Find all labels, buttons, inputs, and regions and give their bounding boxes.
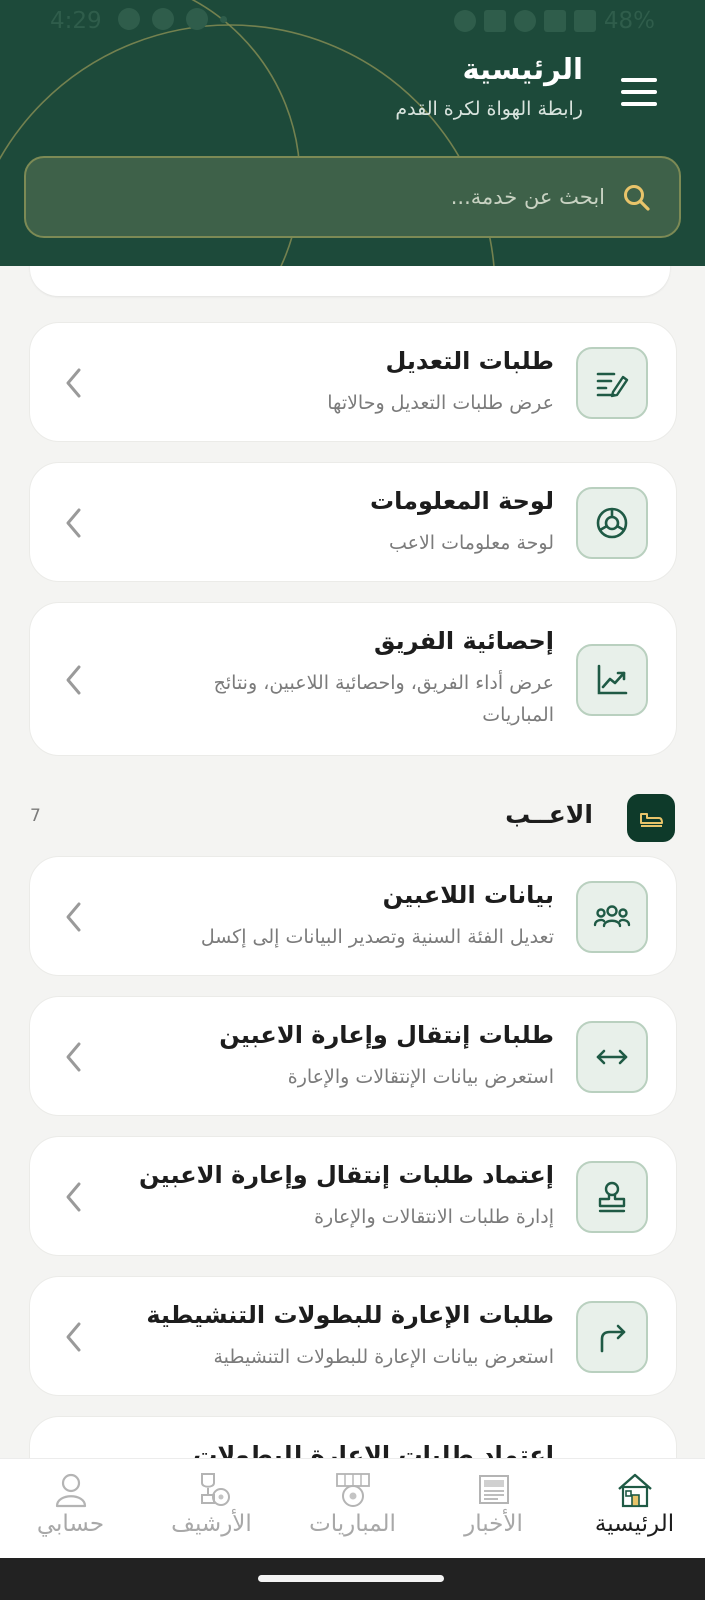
alarm-icon [453, 10, 476, 32]
chevron-left-icon [66, 368, 81, 398]
system-navigation-bar [0, 1558, 705, 1600]
status-time: 4:29 [50, 8, 102, 34]
chevron-left-icon [66, 1182, 81, 1212]
notification-icons [118, 8, 227, 30]
more-dot-icon [220, 16, 227, 23]
menu-icon-line [621, 90, 657, 94]
player-icon [627, 794, 675, 842]
card-description: استعرض بيانات الإعارة للبطولات التنشيطية [213, 1346, 554, 1368]
list-item-partial[interactable] [30, 266, 670, 296]
chevron-left-icon [66, 1042, 81, 1072]
nav-profile[interactable]: حسابي [0, 1471, 141, 1537]
app-header: 4:29 48% الرئيسية رابطة الهواة لكرة القد… [0, 0, 705, 266]
forward-icon [576, 1301, 648, 1373]
card-title: طلبات الإعارة للبطولات التنشيطية [146, 1301, 554, 1329]
chevron-left-icon [66, 508, 81, 538]
stamp-icon [576, 1161, 648, 1233]
whatsapp-icon [152, 8, 174, 30]
search-bar[interactable] [24, 156, 681, 238]
bottom-navigation: الرئيسية الأخبار المباريات الأرشيف حسابي [0, 1458, 705, 1558]
menu-icon-line [621, 78, 657, 82]
card-description: عرض أداء الفريق، واحصائية اللاعبين، ونتا… [213, 672, 554, 726]
nav-label: المباريات [309, 1511, 396, 1537]
services-list: طلبات التعديل عرض طلبات التعديل وحالاتها… [0, 266, 705, 1458]
nav-label: الرئيسية [594, 1511, 675, 1537]
home-gesture-handle[interactable] [258, 1575, 444, 1582]
chart-icon [576, 644, 648, 716]
edit-list-icon [576, 347, 648, 419]
card-title: طلبات إنتقال وإعارة الاعبين [219, 1021, 554, 1049]
service-card-edit-requests[interactable]: طلبات التعديل عرض طلبات التعديل وحالاتها [29, 322, 677, 442]
dashboard-icon [576, 487, 648, 559]
card-title: لوحة المعلومات [370, 487, 554, 515]
card-description: إدارة طلبات الانتقالات والإعارة [314, 1206, 554, 1228]
nav-matches[interactable]: المباريات [282, 1471, 423, 1537]
chevron-left-icon [66, 1322, 81, 1352]
status-bar: 4:29 48% [0, 0, 705, 42]
service-card-players-data[interactable]: بيانات اللاعبين تعديل الفئة السنية وتصدي… [29, 856, 677, 976]
page-title: الرئيسية [462, 52, 583, 86]
transfer-icon [576, 1021, 648, 1093]
chevron-left-icon [66, 665, 81, 695]
system-icons: 48% [453, 8, 655, 34]
wifi-icon [513, 10, 536, 32]
signal-icon [543, 10, 566, 32]
profile-icon [55, 1473, 86, 1508]
nav-archive[interactable]: الأرشيف [141, 1471, 282, 1537]
card-title: إعتماد طلبات الإعارة للبطولات [193, 1441, 554, 1458]
menu-button[interactable] [621, 78, 657, 106]
section-header-player: الاعــب 7 [0, 790, 705, 846]
battery-level: 48% [603, 8, 655, 34]
card-description: استعرض بيانات الإنتقالات والإعارة [287, 1066, 554, 1088]
nav-home[interactable]: الرئيسية [564, 1471, 705, 1537]
home-icon [617, 1473, 652, 1508]
battery-icon [573, 10, 596, 32]
chevron-left-icon [66, 902, 81, 932]
nav-news[interactable]: الأخبار [423, 1471, 564, 1537]
section-count: 7 [30, 806, 41, 826]
card-title: بيانات اللاعبين [382, 881, 554, 909]
menu-icon-line [621, 102, 657, 106]
card-title: إحصائية الفريق [374, 627, 554, 655]
message-icon [118, 8, 140, 30]
search-icon[interactable] [621, 182, 653, 214]
hd-icon [483, 10, 506, 32]
nav-label: حسابي [36, 1511, 105, 1537]
search-input[interactable] [85, 178, 605, 216]
card-description: عرض طلبات التعديل وحالاتها [327, 392, 554, 414]
group-icon [576, 881, 648, 953]
card-description: تعديل الفئة السنية وتصدير البيانات إلى إ… [200, 926, 554, 948]
service-card-transfer-approval[interactable]: إعتماد طلبات إنتقال وإعارة الاعبين إدارة… [29, 1136, 677, 1256]
card-title: إعتماد طلبات إنتقال وإعارة الاعبين [139, 1161, 554, 1189]
nav-label: الأخبار [464, 1511, 523, 1537]
page-subtitle: رابطة الهواة لكرة القدم [395, 98, 583, 120]
service-card-loan-approval[interactable]: إعتماد طلبات الإعارة للبطولات [29, 1416, 677, 1458]
card-title: طلبات التعديل [385, 347, 554, 375]
news-icon [478, 1475, 509, 1504]
archive-icon [200, 1473, 230, 1506]
card-description: لوحة معلومات الاعب [388, 532, 554, 554]
service-card-transfer-requests[interactable]: طلبات إنتقال وإعارة الاعبين استعرض بيانا… [29, 996, 677, 1116]
service-card-loan-tournaments[interactable]: طلبات الإعارة للبطولات التنشيطية استعرض … [29, 1276, 677, 1396]
service-card-team-stats[interactable]: إحصائية الفريق عرض أداء الفريق، واحصائية… [29, 602, 677, 756]
section-title: الاعــب [505, 800, 593, 829]
nav-label: الأرشيف [171, 1511, 252, 1537]
matches-icon [335, 1473, 370, 1507]
snapchat-icon [186, 8, 208, 30]
service-card-dashboard[interactable]: لوحة المعلومات لوحة معلومات الاعب [29, 462, 677, 582]
